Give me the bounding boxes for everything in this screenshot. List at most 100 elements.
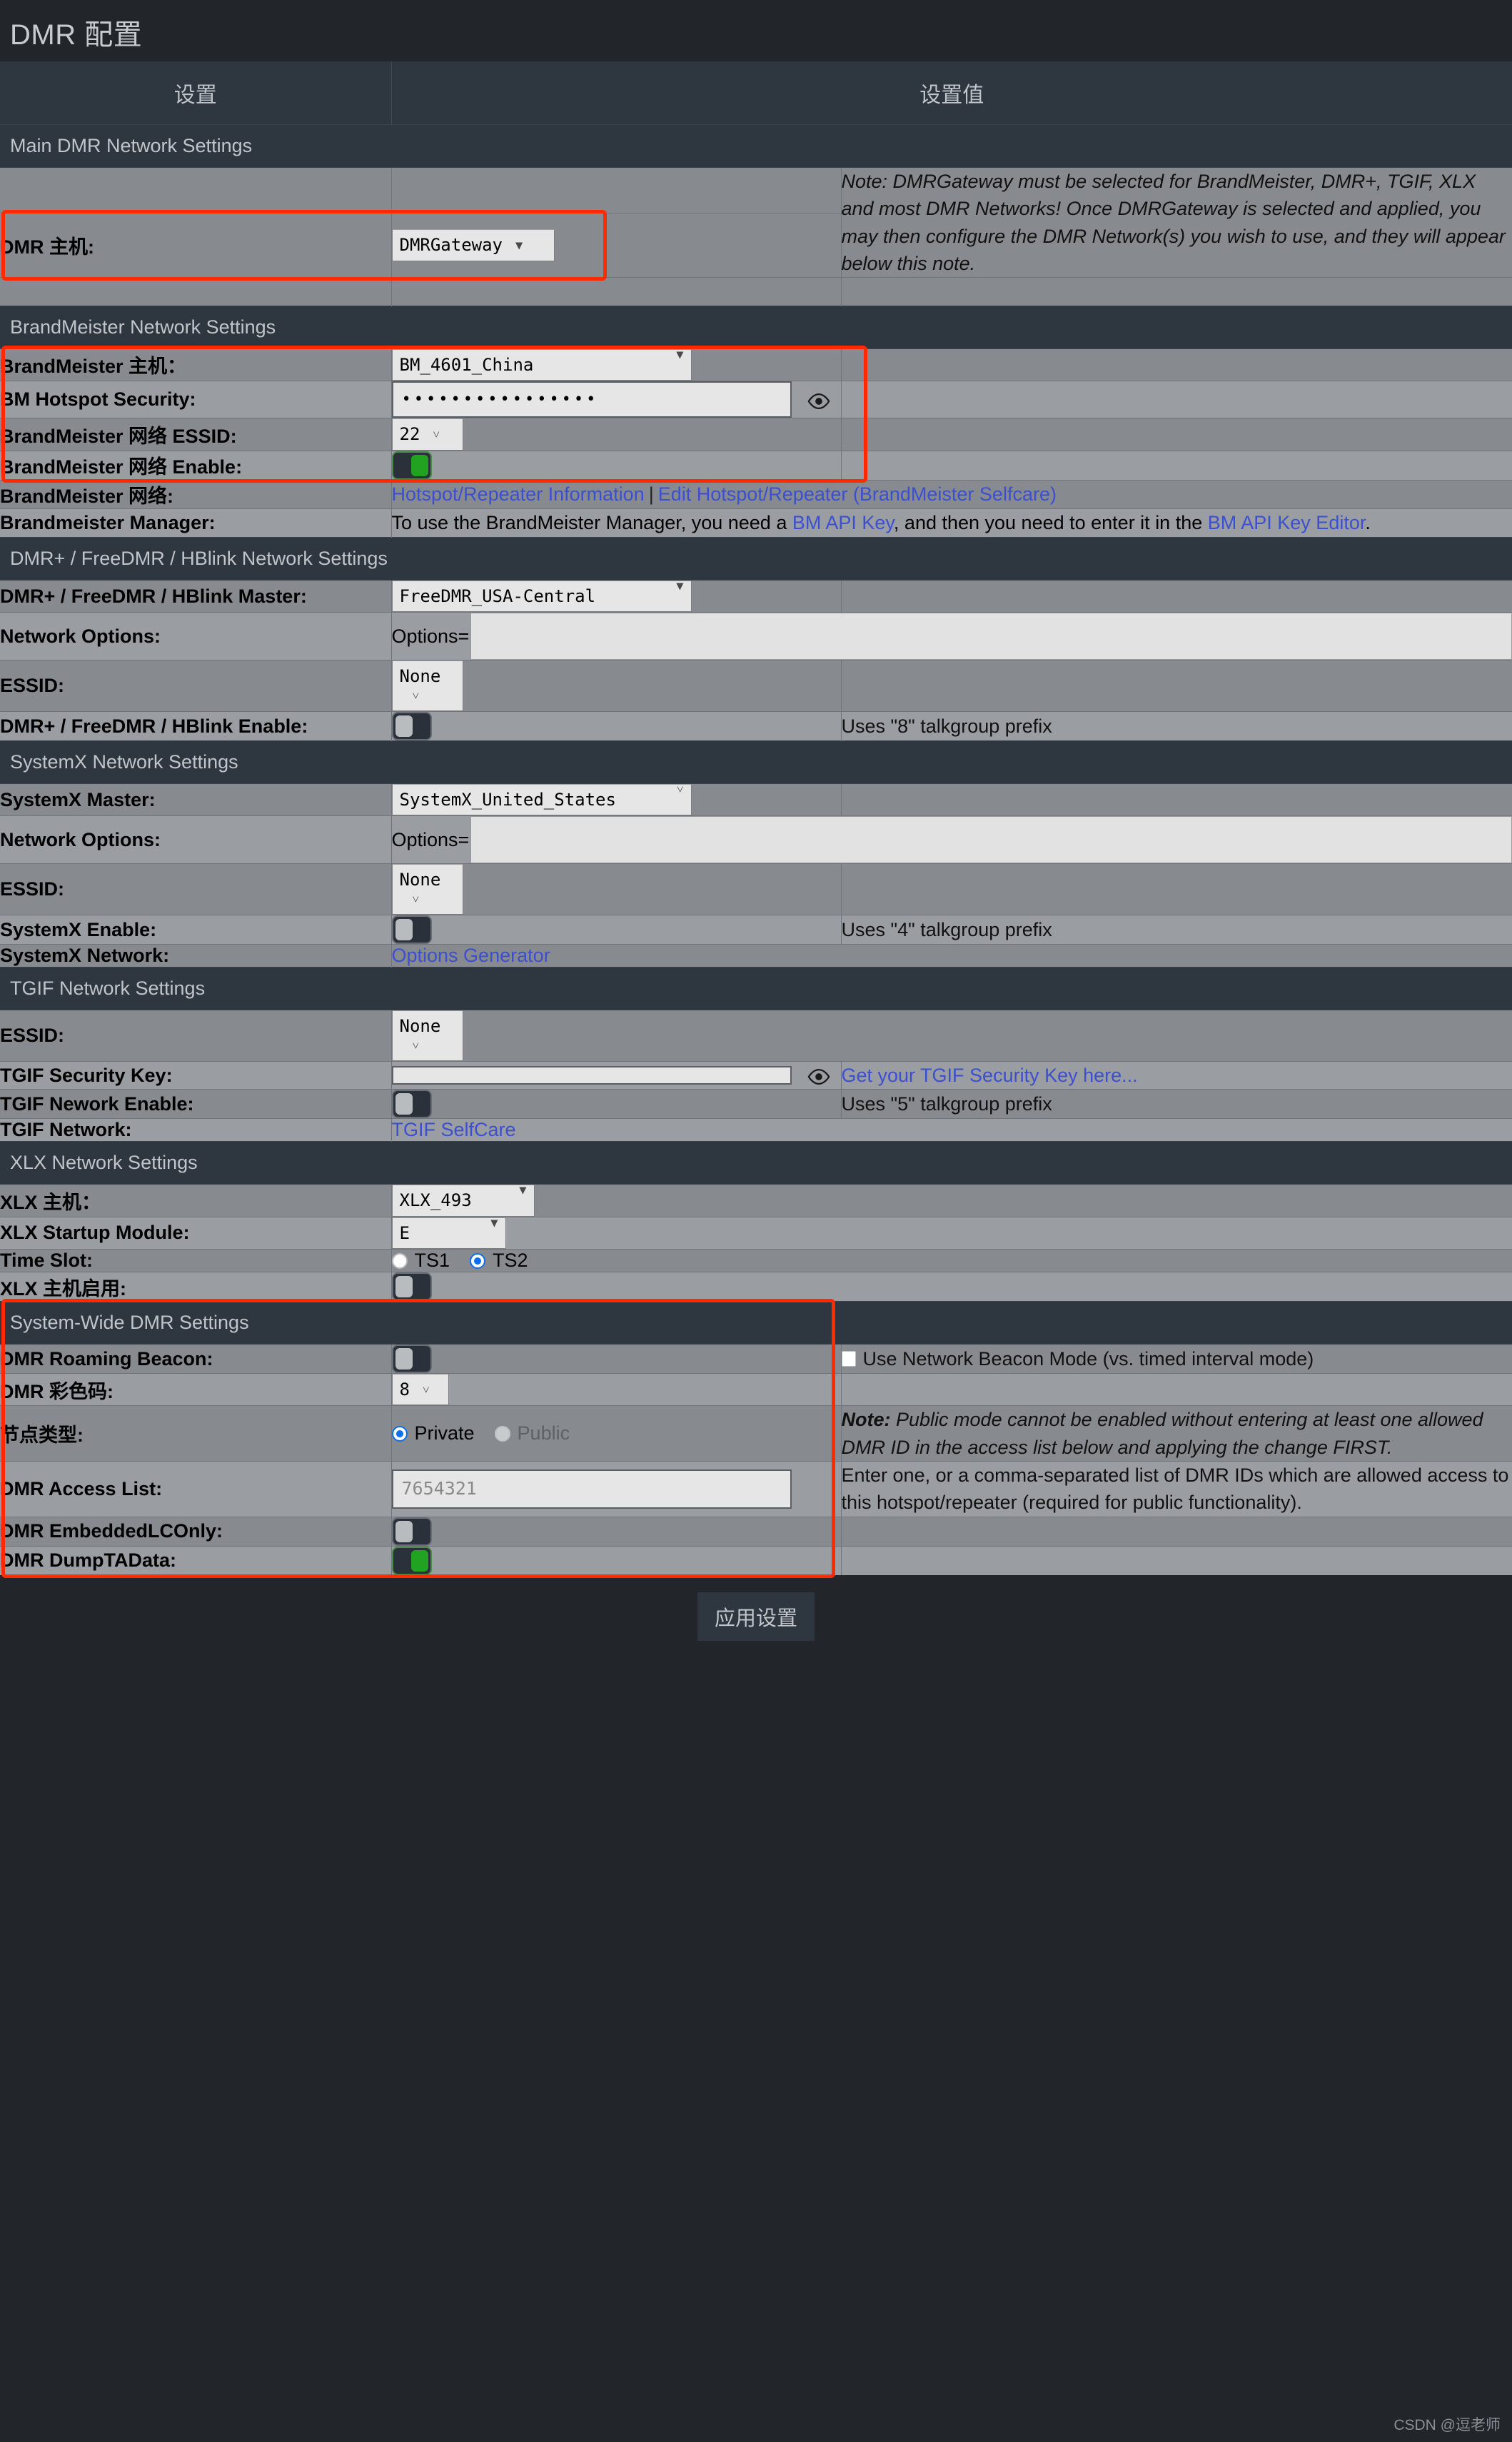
watermark: CSDN @逗老师 xyxy=(1393,2417,1501,2433)
bm-network-label: BrandMeister 网络: xyxy=(0,479,392,509)
systemx-enable-toggle[interactable] xyxy=(391,915,432,945)
xlx-timeslot-radio-ts2[interactable] xyxy=(470,1252,486,1269)
table-row: SystemX Master: SystemX_United_States ˅ xyxy=(0,783,1512,816)
bm-api-key-link[interactable]: BM API Key xyxy=(792,512,894,533)
bm-manager-text-1: To use the BrandMeister Manager, you nee… xyxy=(391,511,792,533)
bm-essid-select[interactable]: 22 ˅ xyxy=(391,418,463,451)
bm-api-key-editor-link[interactable]: BM API Key Editor xyxy=(1208,512,1366,533)
tgif-seckey-input[interactable] xyxy=(391,1066,792,1085)
sw-colorcode-select[interactable]: 8 ˅ xyxy=(391,1374,449,1406)
bm-master-select[interactable]: BM_4601_China ▼ xyxy=(391,348,692,381)
table-row: ESSID: None˅ xyxy=(0,660,1512,712)
table-row: DMR Roaming Beacon: Use Network Beacon M… xyxy=(0,1344,1512,1374)
systemx-options-prefix: Options= xyxy=(391,828,470,850)
bm-security-note xyxy=(841,381,1512,418)
bm-enable-label: BrandMeister 网络 Enable: xyxy=(0,450,392,481)
xlx-timeslot-label: Time Slot: xyxy=(0,1249,392,1272)
systemx-master-select[interactable]: SystemX_United_States ˅ xyxy=(391,783,692,816)
table-row: DMR EmbeddedLCOnly: xyxy=(0,1516,1512,1547)
main-dmr-note: Note: DMRGateway must be selected for Br… xyxy=(841,166,1512,278)
table-row: BrandMeister 网络 Enable: xyxy=(0,450,1512,481)
network-beacon-mode-checkbox[interactable] xyxy=(841,1350,856,1367)
table-row: Network Options: Options= xyxy=(0,815,1512,864)
dmr-master-selected-value: DMRGateway xyxy=(399,235,503,256)
dmrplus-options-input[interactable] xyxy=(470,613,1512,660)
edit-hotspot-repeater-link[interactable]: Edit Hotspot/Repeater (BrandMeister Self… xyxy=(658,483,1057,505)
eye-icon[interactable] xyxy=(807,389,831,413)
dmrplus-master-selected-value: FreeDMR_USA-Central xyxy=(399,586,596,606)
dmrplus-essid-select[interactable]: None˅ xyxy=(391,660,463,712)
section-title-xlx: XLX Network Settings xyxy=(0,1141,1512,1185)
xlx-timeslot-radio-ts1[interactable] xyxy=(391,1252,408,1269)
dmr-master-select[interactable]: DMRGateway ▼ xyxy=(391,229,555,261)
sw-dumpta-toggle[interactable] xyxy=(391,1546,432,1575)
xlx-module-cell: E ▼ xyxy=(391,1217,1512,1250)
table-row: 节点类型: Private Public Note: Public mode c… xyxy=(0,1405,1512,1462)
table-row: DMR Access List: 7654321 Enter one, or a… xyxy=(0,1461,1512,1517)
sw-nodetype-radio-public[interactable] xyxy=(494,1425,510,1442)
tgif-security-key-link[interactable]: Get your TGIF Security Key here... xyxy=(842,1065,1138,1086)
section-header-dmrplus: DMR+ / FreeDMR / HBlink Network Settings xyxy=(0,536,1512,581)
sw-beacon-cell xyxy=(391,1344,842,1374)
sw-nodetype-label-public: Public xyxy=(517,1422,570,1444)
xlx-enable-toggle[interactable] xyxy=(391,1272,432,1302)
bm-enable-toggle[interactable] xyxy=(391,451,432,480)
sw-beacon-toggle[interactable] xyxy=(391,1345,432,1374)
tgif-enable-label: TGIF Nework Enable: xyxy=(0,1089,392,1119)
chevron-down-icon: ˅ xyxy=(422,1383,430,1398)
systemx-options-input[interactable] xyxy=(470,816,1512,864)
bm-manager-label: Brandmeister Manager: xyxy=(0,508,392,538)
dmrplus-enable-toggle[interactable] xyxy=(391,712,432,741)
sw-acl-cell: 7654321 xyxy=(391,1461,842,1517)
table-row: BM Hotspot Security: •••••••••••••••• xyxy=(0,381,1512,418)
dmr-master-cell: DMRGateway ▼ xyxy=(391,212,842,278)
table-row: ESSID: None˅ xyxy=(0,863,1512,915)
dmrplus-master-note xyxy=(841,579,1512,613)
table-row: DMR DumpTAData: xyxy=(0,1545,1512,1575)
sw-nodetype-note: Note: Public mode cannot be enabled with… xyxy=(841,1405,1512,1462)
page-title: DMR 配置 xyxy=(10,19,143,51)
xlx-master-label: XLX 主机： xyxy=(0,1184,392,1217)
dmrplus-essid-selected-value: None xyxy=(399,666,441,687)
xlx-module-select[interactable]: E ▼ xyxy=(391,1217,506,1250)
tgif-essid-select[interactable]: None˅ xyxy=(391,1010,463,1061)
tgif-enable-note: Uses "5" talkgroup prefix xyxy=(841,1089,1512,1119)
column-header-value: 设置值 xyxy=(391,61,1512,125)
tgif-essid-cell: None˅ xyxy=(391,1010,1512,1062)
dmr-master-label: DMR 主机: xyxy=(0,212,392,278)
table-row: XLX 主机： XLX_493 ▼ xyxy=(0,1184,1512,1217)
table-row xyxy=(0,277,1512,306)
options-generator-link[interactable]: Options Generator xyxy=(392,945,550,966)
xlx-master-selected-value: XLX_493 xyxy=(399,1190,472,1211)
sw-nodetype-radio-private[interactable] xyxy=(391,1425,408,1442)
sw-nodetype-note-bold: Note: xyxy=(841,1409,891,1431)
section-header-main: Main DMR Network Settings xyxy=(0,124,1512,168)
xlx-master-cell: XLX_493 ▼ xyxy=(391,1184,1512,1217)
bm-master-label: BrandMeister 主机： xyxy=(0,348,392,381)
section-header-systemx: SystemX Network Settings xyxy=(0,740,1512,785)
eye-icon[interactable] xyxy=(807,1065,831,1089)
bm-security-label: BM Hotspot Security: xyxy=(0,381,392,418)
dmr-access-list-input[interactable]: 7654321 xyxy=(391,1469,792,1509)
systemx-essid-cell: None ˅ xyxy=(391,863,842,915)
spacer-value xyxy=(391,167,842,213)
hotspot-repeater-information-link[interactable]: Hotspot/Repeater Information xyxy=(392,483,645,505)
bm-security-input[interactable]: •••••••••••••••• xyxy=(391,381,792,418)
tgif-selfcare-link[interactable]: TGIF SelfCare xyxy=(392,1119,516,1140)
sw-embedded-toggle[interactable] xyxy=(391,1517,432,1546)
table-row: BrandMeister 主机： BM_4601_China ▼ xyxy=(0,348,1512,381)
tgif-enable-toggle[interactable] xyxy=(391,1090,432,1119)
dmrplus-master-select[interactable]: FreeDMR_USA-Central ▼ xyxy=(391,580,692,613)
bm-master-note xyxy=(841,348,1512,381)
xlx-master-select[interactable]: XLX_493 ▼ xyxy=(391,1184,535,1217)
table-row: DMR+ / FreeDMR / HBlink Master: FreeDMR_… xyxy=(0,579,1512,613)
chevron-down-icon: ˅ xyxy=(433,428,440,443)
xlx-timeslot-cell: TS1 TS2 xyxy=(391,1249,1512,1272)
table-row: SystemX Enable: Uses "4" talkgroup prefi… xyxy=(0,915,1512,945)
systemx-essid-select[interactable]: None ˅ xyxy=(391,864,463,915)
sw-dumpta-label: DMR DumpTAData: xyxy=(0,1545,392,1575)
bm-enable-cell xyxy=(391,450,842,481)
sw-embedded-cell xyxy=(391,1516,842,1547)
apply-settings-button[interactable]: 应用设置 xyxy=(697,1592,815,1641)
bm-enable-note xyxy=(841,450,1512,481)
